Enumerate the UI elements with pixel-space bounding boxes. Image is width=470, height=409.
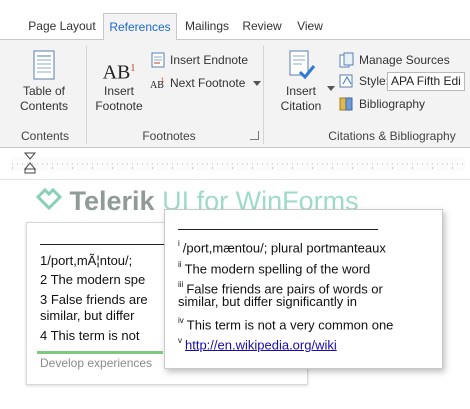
- horizontal-ruler[interactable]: [12, 157, 465, 171]
- insert-endnote-button[interactable]: Insert Endnote: [150, 51, 248, 69]
- endnote-text: This term is not a very common one: [186, 317, 394, 333]
- endnote-item: v http://en.wikipedia.org/wiki: [178, 334, 337, 353]
- group-separator: [86, 46, 87, 144]
- table-of-contents-icon: [33, 50, 55, 80]
- bibliography-button[interactable]: Bibliography: [339, 95, 425, 113]
- svg-text:1: 1: [161, 78, 165, 84]
- footnote-line: 2 The modern spe: [40, 272, 146, 287]
- next-footnote-button[interactable]: AB 1 Next Footnote: [150, 74, 261, 92]
- insert-citation-icon: [289, 50, 316, 80]
- indent-marker-icon[interactable]: [23, 152, 37, 174]
- tab-view[interactable]: View: [292, 13, 328, 40]
- tab-page-layout[interactable]: Page Layout: [26, 13, 98, 40]
- style-selector-label: Style:: [339, 72, 389, 90]
- insert-footnote-label-1: Insert: [103, 84, 134, 98]
- telerik-logo-icon: [35, 187, 63, 211]
- group-separator: [263, 46, 264, 144]
- chevron-down-icon[interactable]: [252, 80, 261, 87]
- watermark-brand: Telerik: [69, 186, 155, 216]
- group-label-contents: Contents: [20, 129, 70, 143]
- next-footnote-icon: AB 1: [150, 78, 165, 91]
- endnote-text: The modern spelling of the word: [184, 261, 371, 277]
- table-of-contents-button[interactable]: Table of Contents: [18, 50, 70, 114]
- style-dropdown[interactable]: APA Fifth Edi: [387, 72, 465, 91]
- insert-endnote-icon: [151, 52, 165, 68]
- footnote-line: 4 This term is not: [40, 328, 140, 343]
- footnote-line: similar, but differ: [40, 308, 135, 323]
- insert-footnote-label-2: Footnote: [95, 99, 143, 113]
- table-of-contents-label-1: Table of: [22, 84, 66, 98]
- endnote-marker: iii: [178, 280, 184, 289]
- endnote-item: similar, but differ significantly in: [178, 294, 357, 310]
- next-footnote-label: Next Footnote: [170, 76, 246, 90]
- chevron-down-icon[interactable]: [327, 86, 335, 92]
- style-label: Style:: [359, 74, 390, 88]
- footer-accent-line: [37, 351, 163, 354]
- insert-footnote-icon: AB1: [102, 61, 136, 84]
- insert-footnote-button[interactable]: AB1 Insert Footnote: [93, 56, 145, 114]
- bibliography-icon: [339, 97, 353, 111]
- endnote-marker: i: [178, 239, 180, 248]
- endnote-marker: v: [178, 336, 182, 345]
- endnote-item: iv This term is not a very common one: [178, 314, 393, 333]
- footnote-line: 3 False friends are: [40, 292, 148, 307]
- insert-citation-label-1: Insert: [285, 84, 316, 98]
- insert-endnote-label: Insert Endnote: [170, 53, 249, 67]
- endnote-item: ii The modern spelling of the word: [178, 258, 370, 277]
- page-footer-text: Develop experiences: [40, 356, 153, 370]
- endnote-marker: iv: [178, 316, 184, 325]
- tab-references[interactable]: References: [103, 13, 177, 41]
- tab-review[interactable]: Review: [239, 13, 285, 40]
- endnote-marker: ii: [178, 260, 182, 269]
- style-icon: [339, 74, 353, 88]
- insert-citation-button[interactable]: Insert Citation: [272, 50, 330, 114]
- endnote-text: similar, but differ significantly in: [178, 294, 357, 309]
- document-top-border: [0, 179, 470, 180]
- footnote-line: 1/port,mÃ¦ntou/;: [40, 253, 133, 268]
- insert-citation-label-2: Citation: [280, 99, 322, 113]
- manage-sources-icon: [339, 52, 354, 68]
- endnote-separator: [178, 229, 378, 230]
- bibliography-label: Bibliography: [359, 97, 426, 111]
- manage-sources-button[interactable]: Manage Sources: [339, 51, 450, 69]
- tab-mailings[interactable]: Mailings: [181, 13, 233, 40]
- group-label-citations-bibliography: Citations & Bibliography: [328, 129, 456, 143]
- footnote-separator: [40, 244, 182, 245]
- endnote-text: /port,mæntou/; plural portmanteaux: [182, 240, 386, 256]
- endnote-item: i/port,mæntou/; plural portmanteaux: [178, 237, 386, 256]
- footnotes-dialog-launcher-icon[interactable]: [250, 131, 259, 140]
- group-label-footnotes: Footnotes: [142, 129, 196, 143]
- table-of-contents-label-2: Contents: [19, 99, 69, 113]
- manage-sources-label: Manage Sources: [359, 53, 450, 67]
- endnote-hyperlink[interactable]: http://en.wikipedia.org/wiki: [185, 337, 337, 352]
